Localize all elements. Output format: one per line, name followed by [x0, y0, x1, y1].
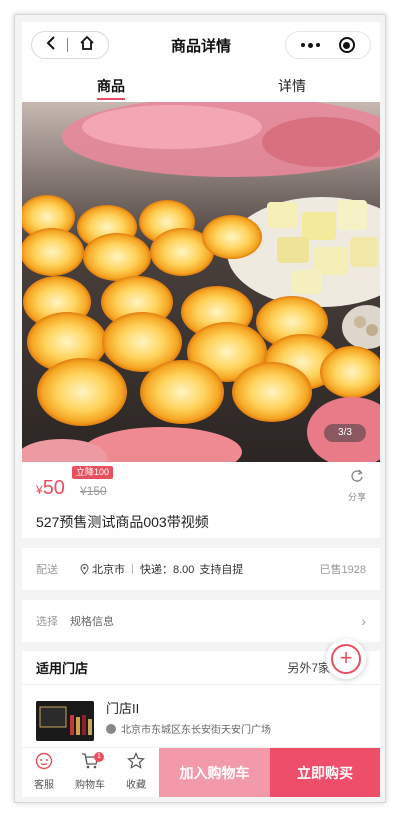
product-title: 527预售测试商品003带视频: [36, 514, 209, 530]
delivery-city: 北京市: [92, 564, 125, 576]
tab-bar: 商品 详情: [22, 68, 380, 102]
stores-title: 适用门店: [36, 661, 89, 676]
cart-badge: 1: [94, 752, 104, 762]
price-section: 立降100 ¥50 ¥150 分享 527预售测试商品003带视频: [22, 462, 380, 538]
app-screen: 商品详情 商品 详情 3/3 立降100 ¥50 ¥150 分享 527预售测试…: [22, 22, 380, 797]
location-icon: [80, 563, 89, 575]
chat-icon: [35, 752, 53, 770]
add-to-cart-button[interactable]: 加入购物车: [159, 748, 270, 797]
original-price: ¥150: [80, 484, 107, 498]
currency-symbol: ¥: [36, 483, 43, 497]
service-label: 客服: [34, 780, 54, 791]
tab-active-indicator: [97, 98, 125, 100]
store-address: 北京市东城区东长安街天安门广场: [106, 721, 271, 736]
current-price: ¥50: [36, 477, 65, 500]
nav-capsule-right: [285, 31, 371, 59]
plus-icon: +: [331, 644, 361, 674]
spec-value: 规格信息: [70, 616, 114, 628]
customer-service-button[interactable]: 客服: [22, 752, 66, 791]
favorite-button[interactable]: 收藏: [114, 752, 158, 791]
shipping-fee: 快递：8.00: [140, 564, 195, 576]
cart-label: 购物车: [75, 780, 105, 791]
cart-button[interactable]: 1 购物车: [68, 752, 112, 791]
divider: [22, 684, 380, 685]
capsule-close-icon[interactable]: [338, 37, 355, 53]
spec-label: 选择: [36, 616, 58, 628]
share-icon: [351, 469, 363, 482]
tab-details[interactable]: 详情: [278, 76, 306, 96]
product-photo: [22, 102, 380, 462]
chevron-right-icon: ›: [361, 613, 366, 629]
more-dots-icon[interactable]: [301, 42, 321, 48]
product-image[interactable]: 3/3: [22, 102, 380, 462]
tab-goods[interactable]: 商品: [97, 76, 125, 96]
store-name[interactable]: 门店II: [106, 698, 139, 717]
store-photo: [36, 701, 94, 741]
delivery-label: 配送: [36, 564, 58, 576]
price-value: 50: [42, 477, 65, 499]
share-label: 分享: [347, 492, 366, 502]
spec-selector[interactable]: 选择 规格信息 ›: [22, 600, 380, 642]
floating-add-button[interactable]: +: [326, 639, 366, 679]
discount-tag: 立降100: [72, 466, 114, 479]
bottom-action-bar: 客服 1 购物车 收藏 加入购物车 立即购买: [22, 747, 380, 797]
store-address-text: 北京市东城区东长安街天安门广场: [121, 725, 271, 736]
store-image[interactable]: [36, 701, 94, 741]
delivery-divider: [132, 564, 133, 574]
phone-frame: 商品详情 商品 详情 3/3 立降100 ¥50 ¥150 分享 527预售测试…: [14, 14, 386, 803]
share-button[interactable]: 分享: [346, 469, 368, 503]
image-pager: 3/3: [324, 424, 366, 442]
sold-count: 已售1928: [319, 564, 366, 576]
navbar: 商品详情: [22, 22, 380, 68]
buy-now-button[interactable]: 立即购买: [270, 748, 380, 797]
star-icon: [127, 752, 145, 769]
pickup-support: 支持自提: [199, 564, 244, 576]
stores-more-link[interactable]: 另外7家: [287, 659, 330, 676]
delivery-row[interactable]: 配送 北京市 快递：8.00 支持自提 已售1928: [22, 548, 380, 590]
favorite-label: 收藏: [126, 780, 146, 791]
address-icon: [106, 723, 116, 734]
